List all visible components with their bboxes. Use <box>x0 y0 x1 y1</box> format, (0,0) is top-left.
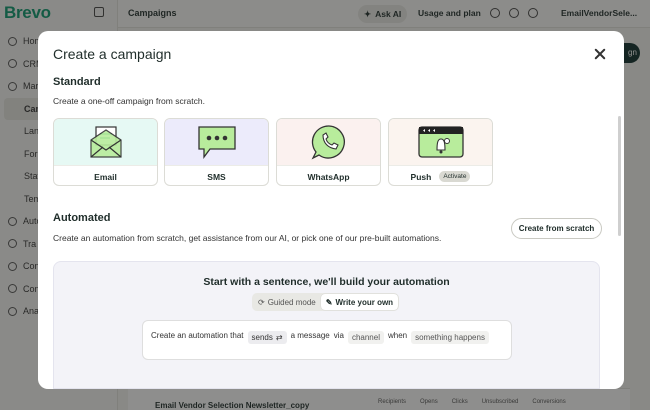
standard-subtitle: Create a one-off campaign from scratch. <box>53 96 205 106</box>
push-card[interactable]: Push Activate <box>388 118 493 186</box>
email-card[interactable]: Email <box>53 118 158 186</box>
create-campaign-modal: Create a campaign Standard Create a one-… <box>38 31 624 389</box>
whatsapp-art <box>277 119 380 165</box>
ai-builder-title: Start with a sentence, we'll build your … <box>203 276 450 288</box>
whatsapp-label: WhatsApp <box>277 165 380 185</box>
standard-heading: Standard <box>53 76 101 88</box>
mode-toggle: ⟳ Guided mode ✎ Write your own <box>252 293 400 311</box>
edit-icon: ✎ <box>325 297 333 307</box>
activate-badge[interactable]: Activate <box>439 171 471 182</box>
envelope-icon <box>89 126 122 158</box>
chat-bubble-icon <box>197 126 236 159</box>
action-select[interactable]: sends ⇄ <box>247 331 287 344</box>
write-your-own-tab[interactable]: ✎ Write your own <box>320 294 399 310</box>
automated-heading: Automated <box>53 212 111 224</box>
whatsapp-card[interactable]: WhatsApp <box>276 118 381 186</box>
push-art <box>389 119 492 165</box>
automated-subtitle: Create an automation from scratch, get a… <box>53 233 442 243</box>
refresh-icon: ⟳ <box>258 297 265 307</box>
sms-art <box>165 119 268 165</box>
sms-label: SMS <box>165 165 268 185</box>
email-label: Email <box>54 165 157 185</box>
guided-mode-tab[interactable]: ⟳ Guided mode <box>253 294 321 310</box>
email-art <box>54 119 157 165</box>
push-notification-icon <box>417 126 464 158</box>
channel-select[interactable]: channel <box>347 331 384 344</box>
push-label: Push Activate <box>389 165 492 185</box>
automation-sentence: Create an automation that sends ⇄ a mess… <box>142 320 512 360</box>
create-from-scratch-button[interactable]: Create from scratch <box>511 218 602 239</box>
close-icon[interactable] <box>593 47 607 61</box>
whatsapp-icon <box>311 125 345 160</box>
trigger-select[interactable]: something happens <box>411 331 489 344</box>
ai-automation-builder: Start with a sentence, we'll build your … <box>53 261 600 389</box>
swap-icon: ⇄ <box>275 333 283 342</box>
sms-card[interactable]: SMS <box>164 118 269 186</box>
modal-scrollbar[interactable] <box>618 116 621 236</box>
modal-title: Create a campaign <box>53 46 172 62</box>
